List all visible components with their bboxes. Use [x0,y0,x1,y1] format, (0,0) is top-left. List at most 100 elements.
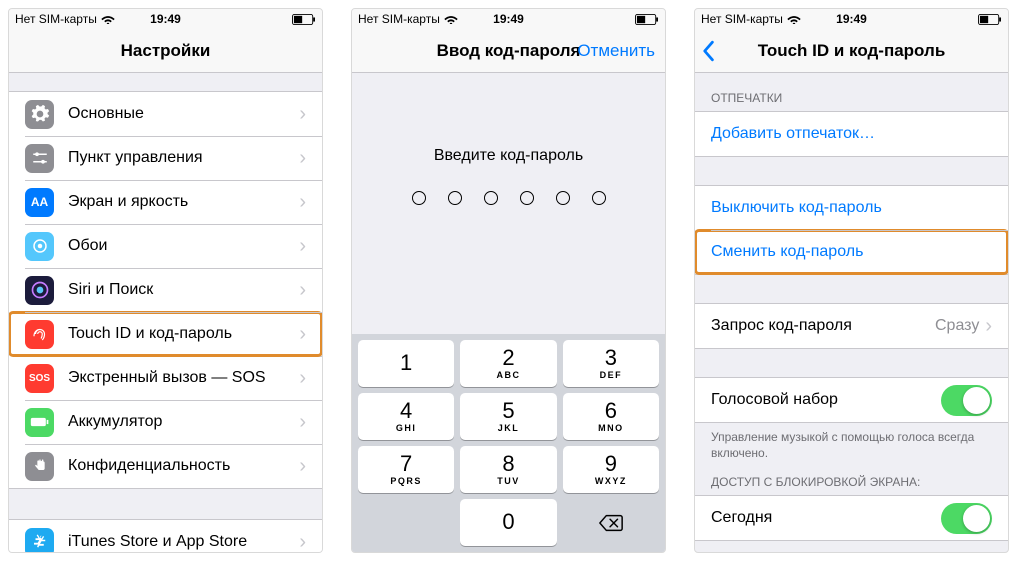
key-letters: GHI [396,423,417,433]
passcode-dot [448,191,462,205]
carrier-text: Нет SIM-карты [358,12,440,26]
chevron-right-icon: › [985,316,992,336]
key-digit: 0 [502,511,514,533]
chevron-right-icon: › [299,532,306,552]
chevron-left-icon [701,40,715,62]
passcode-dot [556,191,570,205]
page-title: Ввод код-пароля [437,41,581,61]
turn-off-passcode-row[interactable]: Выключить код-пароль [695,186,1008,230]
chevron-right-icon: › [299,324,306,344]
keypad-key-2[interactable]: 2ABC [460,340,556,387]
today-view-row[interactable]: Сегодня [695,496,1008,540]
settings-row[interactable]: Конфиденциальность› [9,444,322,488]
chevron-right-icon: › [299,104,306,124]
row-label: Основные [68,105,299,123]
settings-row[interactable]: Основные› [9,92,322,136]
wifi-icon [101,14,115,24]
backspace-icon [598,513,624,533]
lockscreen-access-header: ДОСТУП С БЛОКИРОВКОЙ ЭКРАНА: [695,465,1008,495]
keypad-key-3[interactable]: 3DEF [563,340,659,387]
gear-icon [25,100,54,129]
page-title: Настройки [121,41,211,61]
keypad-key-5[interactable]: 5JKL [460,393,556,440]
battery-icon [635,14,659,25]
carrier-text: Нет SIM-карты [701,12,783,26]
status-bar: Нет SIM-карты 19:49 [695,9,1008,29]
settings-row[interactable]: Обои› [9,224,322,268]
key-digit: 7 [400,453,412,475]
status-bar: Нет SIM-карты 19:49 [352,9,665,29]
settings-screen: Нет SIM-карты 19:49 Настройки Основные›П… [8,8,323,553]
sos-icon: SOS [25,364,54,393]
key-letters: MNO [598,423,624,433]
row-detail: Сразу [935,317,979,335]
row-label: Аккумулятор [68,413,299,431]
row-label: Конфиденциальность [68,457,299,475]
passcode-dot [592,191,606,205]
key-letters: DEF [600,370,623,380]
chevron-right-icon: › [299,192,306,212]
row-label: Сегодня [711,509,941,527]
key-digit: 4 [400,400,412,422]
passcode-dot [412,191,426,205]
row-label: Сменить код-пароль [711,243,992,261]
voice-footer: Управление музыкой с помощью голоса всег… [695,423,1008,465]
battery-icon [978,14,1002,25]
keypad-key-0[interactable]: 0 [460,499,556,546]
chevron-right-icon: › [299,368,306,388]
passcode-screen: Нет SIM-карты 19:49 Ввод код-пароля Отме… [351,8,666,553]
sliders-icon [25,144,54,173]
wallpaper-icon [25,232,54,261]
require-passcode-row[interactable]: Запрос код-пароля Сразу › [695,304,1008,348]
row-label: Экстренный вызов — SOS [68,369,299,387]
keypad-key-9[interactable]: 9WXYZ [563,446,659,493]
key-digit: 1 [400,352,412,374]
row-label: Запрос код-пароля [711,317,935,335]
keypad-key-4[interactable]: 4GHI [358,393,454,440]
settings-row[interactable]: iTunes Store и App Store› [9,520,322,552]
nav-bar: Настройки [9,29,322,73]
key-letters: PQRS [390,476,422,486]
wifi-icon [787,14,801,24]
settings-row[interactable]: Touch ID и код-пароль› [9,312,322,356]
cancel-button[interactable]: Отменить [577,41,655,61]
settings-row[interactable]: SOS Экстренный вызов — SOS› [9,356,322,400]
voice-dial-row[interactable]: Голосовой набор [695,378,1008,422]
settings-row[interactable]: Аккумулятор› [9,400,322,444]
key-digit: 3 [605,347,617,369]
row-label: Siri и Поиск [68,281,299,299]
add-fingerprint-row[interactable]: Добавить отпечаток… [695,112,1008,156]
settings-row[interactable]: Siri и Поиск› [9,268,322,312]
passcode-prompt: Введите код-пароль [352,147,665,165]
today-toggle[interactable] [941,503,992,534]
keypad-key-8[interactable]: 8TUV [460,446,556,493]
page-title: Touch ID и код-пароль [758,41,946,61]
row-label: Выключить код-пароль [711,199,992,217]
backspace-key[interactable] [563,499,659,546]
chevron-right-icon: › [299,456,306,476]
key-letters: JKL [498,423,520,433]
keypad-blank [358,499,454,546]
settings-row[interactable]: Пункт управления› [9,136,322,180]
row-label: Добавить отпечаток… [711,125,992,143]
fingerprints-header: ОТПЕЧАТКИ [695,73,1008,111]
key-letters: TUV [497,476,520,486]
nav-bar: Ввод код-пароля Отменить [352,29,665,73]
change-passcode-row[interactable]: Сменить код-пароль [695,230,1008,274]
siri-icon [25,276,54,305]
clock: 19:49 [836,12,867,26]
back-button[interactable] [701,40,715,62]
chevron-right-icon: › [299,148,306,168]
settings-row[interactable]: AAЭкран и яркость› [9,180,322,224]
clock: 19:49 [493,12,524,26]
key-letters: ABC [496,370,520,380]
keypad-key-6[interactable]: 6MNO [563,393,659,440]
wifi-icon [444,14,458,24]
voice-dial-toggle[interactable] [941,385,992,416]
row-label: Touch ID и код-пароль [68,325,299,343]
fingerprint-icon [25,320,54,349]
keypad-key-7[interactable]: 7PQRS [358,446,454,493]
hand-icon [25,452,54,481]
keypad-key-1[interactable]: 1 [358,340,454,387]
row-label: Обои [68,237,299,255]
